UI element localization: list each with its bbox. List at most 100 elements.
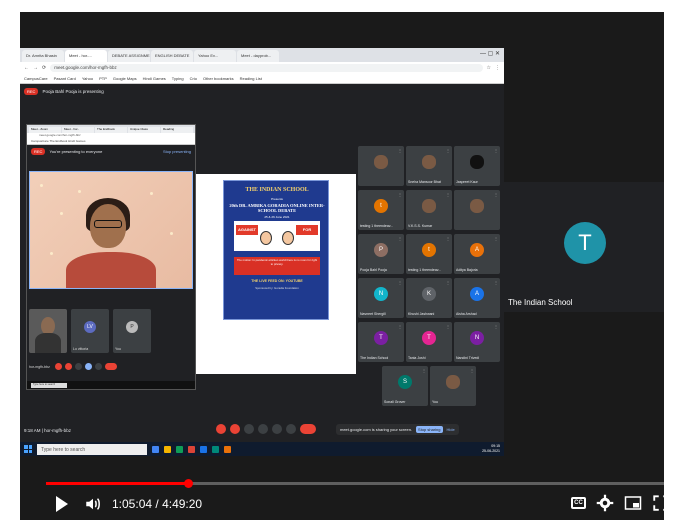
back-icon[interactable]: ←: [24, 65, 29, 71]
more-options-icon[interactable]: ⋮: [470, 368, 474, 373]
file-explorer-icon[interactable]: [164, 445, 171, 453]
settings-gear-icon[interactable]: [596, 494, 614, 512]
mini-tile[interactable]: LV Lo vittoria: [71, 309, 109, 353]
bookmark[interactable]: PTP: [99, 76, 107, 81]
app-icon[interactable]: [212, 445, 219, 453]
more-options-icon[interactable]: ⋮: [446, 148, 450, 153]
firefox-icon[interactable]: [224, 445, 231, 453]
mini-tile-video[interactable]: [29, 309, 67, 353]
captions-icon[interactable]: [244, 424, 254, 434]
more-options-icon[interactable]: ⋮: [494, 236, 498, 241]
browser-tab[interactable]: Yahoo Ev...: [194, 50, 236, 62]
fullscreen-icon[interactable]: [652, 494, 664, 512]
bookmark[interactable]: CampusCare: [24, 76, 48, 81]
participant-tile[interactable]: t ⋮ testing 1 theendeav...: [406, 234, 452, 274]
participant-tile[interactable]: A ⋮ Aisha Arshad: [454, 278, 500, 318]
present-icon[interactable]: [272, 424, 282, 434]
inner-taskbar-search[interactable]: Type here to search: [31, 382, 67, 388]
more-options-icon[interactable]: ⋮: [494, 324, 498, 329]
more-options-icon[interactable]: ⋮: [446, 324, 450, 329]
participant-tile[interactable]: A ⋮ Aditya Bajoria: [454, 234, 500, 274]
inner-tab[interactable]: Unique Class: [128, 127, 160, 133]
participant-tile[interactable]: t ⋮ testing 1 theendeav...: [358, 190, 404, 230]
bookmark[interactable]: Hindi Games: [143, 76, 166, 81]
more-options-icon[interactable]: ⋮: [446, 236, 450, 241]
hide-button[interactable]: Hide: [447, 427, 455, 432]
more-options-icon[interactable]: ⋮: [494, 148, 498, 153]
inner-tab[interactable]: The Endbook: [95, 127, 127, 133]
stop-presenting-link[interactable]: Stop presenting: [163, 149, 191, 154]
more-options-icon[interactable]: ⋮: [398, 324, 402, 329]
more-icon[interactable]: [95, 363, 102, 370]
menu-icon[interactable]: ⋮: [495, 65, 500, 71]
more-options-icon[interactable]: ⋮: [398, 148, 402, 153]
more-options-icon[interactable]: ⋮: [398, 236, 402, 241]
more-options-icon[interactable]: ⋮: [494, 280, 498, 285]
participant-tile[interactable]: P ⋮ Pooja Bahl Pooja: [358, 234, 404, 274]
excel-icon[interactable]: [176, 445, 183, 453]
side-participant-tile[interactable]: T The Indian School: [504, 182, 664, 312]
star-icon[interactable]: ☆: [487, 65, 491, 71]
participant-tile[interactable]: N ⋮ Nandini Trivedi: [454, 322, 500, 362]
student-video-tile[interactable]: [29, 171, 193, 289]
participant-tile[interactable]: ⋮ Jaspreet Kaur: [454, 146, 500, 186]
bookmark[interactable]: Typing: [172, 76, 184, 81]
bookmark[interactable]: Reading List: [240, 76, 262, 81]
leave-call-icon[interactable]: [105, 363, 117, 370]
progress-bar[interactable]: [46, 479, 664, 488]
browser-tab[interactable]: Dr. Amrita Bhasin: [22, 50, 64, 62]
url-field[interactable]: meet.google.com/hor-mgfh-bbz: [50, 64, 483, 72]
more-options-icon[interactable]: ⋮: [398, 280, 402, 285]
volume-icon[interactable]: [84, 495, 102, 513]
more-options-icon[interactable]: ⋮: [494, 192, 498, 197]
play-icon[interactable]: [56, 496, 68, 512]
mic-off-icon[interactable]: [55, 363, 62, 370]
bookmark[interactable]: Crio: [190, 76, 197, 81]
taskbar-search[interactable]: Type here to search: [37, 443, 147, 455]
participant-tile[interactable]: ⋮: [358, 146, 404, 186]
leave-call-icon[interactable]: [300, 424, 316, 434]
word-icon[interactable]: [200, 445, 207, 453]
bookmark[interactable]: Pasant Card: [54, 76, 76, 81]
inner-tab[interactable]: Reading: [161, 127, 193, 133]
video-frame[interactable]: Dr. Amrita Bhasin Meet - hor-... DEBATE …: [20, 12, 664, 520]
bookmark[interactable]: Other bookmarks: [203, 76, 234, 81]
forward-icon[interactable]: →: [33, 65, 38, 71]
camera-off-icon[interactable]: [65, 363, 72, 370]
more-options-icon[interactable]: ⋮: [398, 192, 402, 197]
captions-icon[interactable]: CC: [571, 497, 586, 509]
browser-tab-active[interactable]: Meet - hor-...: [65, 50, 107, 62]
participant-tile[interactable]: ⋮ V.K.S.S. Kumar: [406, 190, 452, 230]
browser-tab[interactable]: ENGLISH DEBATE: [151, 50, 193, 62]
progress-scrubber[interactable]: [183, 479, 193, 488]
participant-tile[interactable]: T ⋮ The Indian School: [358, 322, 404, 362]
participant-tile[interactable]: ⋮: [454, 190, 500, 230]
participant-tile[interactable]: ⋮ You: [430, 366, 476, 406]
participant-tile[interactable]: K ⋮ Khushi Jashwani: [406, 278, 452, 318]
mini-tile[interactable]: P You: [113, 309, 151, 353]
mic-off-icon[interactable]: [216, 424, 226, 434]
participant-tile[interactable]: T ⋮ Tania Joshi: [406, 322, 452, 362]
windows-start-icon[interactable]: [24, 445, 32, 453]
participant-tile[interactable]: S ⋮ Sonali Grover: [382, 366, 428, 406]
participant-tile[interactable]: ⋮ Sneha Mansoor Bhat: [406, 146, 452, 186]
window-controls-icon[interactable]: — ▢ ✕: [480, 50, 500, 57]
miniplayer-icon[interactable]: [624, 495, 642, 511]
participant-tile[interactable]: N ⋮ Navneet Shergill: [358, 278, 404, 318]
browser-tab[interactable]: Meet - dayprob...: [237, 50, 279, 62]
stop-sharing-button[interactable]: Stop sharing: [416, 426, 443, 433]
powerpoint-icon[interactable]: [188, 445, 195, 453]
captions-icon[interactable]: [75, 363, 82, 370]
reload-icon[interactable]: ⟳: [42, 65, 46, 71]
present-icon[interactable]: [85, 363, 92, 370]
more-icon[interactable]: [286, 424, 296, 434]
more-options-icon[interactable]: ⋮: [446, 192, 450, 197]
more-options-icon[interactable]: ⋮: [446, 280, 450, 285]
chrome-icon[interactable]: [152, 445, 159, 453]
bookmark[interactable]: Google Maps: [113, 76, 137, 81]
browser-tab[interactable]: DEBATE ASSIGNMENT: [108, 50, 150, 62]
bookmark[interactable]: Yahoo: [82, 76, 93, 81]
more-options-icon[interactable]: ⋮: [422, 368, 426, 373]
raise-hand-icon[interactable]: [258, 424, 268, 434]
camera-off-icon[interactable]: [230, 424, 240, 434]
